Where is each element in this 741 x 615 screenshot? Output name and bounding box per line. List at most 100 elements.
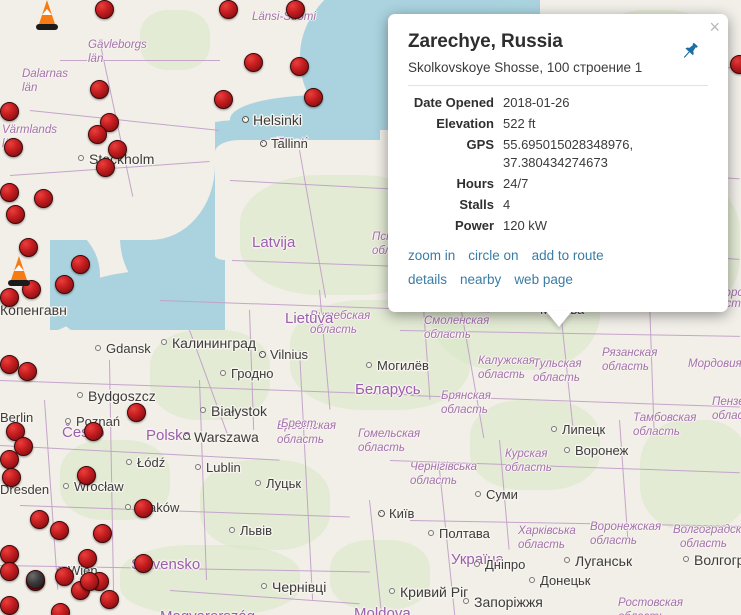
property-row: Date Opened 2018-01-26: [408, 92, 708, 113]
town-dot: [161, 339, 167, 345]
charger-marker[interactable]: [84, 422, 103, 441]
charger-marker[interactable]: [55, 567, 74, 586]
popup-tail: [546, 311, 572, 328]
add-to-route-link[interactable]: add to route: [532, 248, 604, 263]
forest-patch-1: [140, 10, 210, 70]
town-dot: [463, 598, 469, 604]
charger-marker[interactable]: [108, 140, 127, 159]
popup-divider: [408, 85, 708, 87]
popup-body: Zarechye, Russia Skolkovskoye Shosse, 10…: [388, 14, 728, 312]
close-icon[interactable]: ×: [709, 18, 720, 36]
charger-marker[interactable]: [304, 88, 323, 107]
charger-marker[interactable]: [134, 554, 153, 573]
nearby-link[interactable]: nearby: [460, 272, 501, 287]
property-key: Hours: [456, 175, 494, 191]
property-key: Elevation: [436, 116, 494, 132]
border-line: [60, 60, 220, 61]
property-row: Power 120 kW: [408, 215, 708, 236]
map-label: Länsi-Suomi: [252, 11, 316, 23]
town-dot: [200, 407, 206, 413]
charger-marker[interactable]: [77, 466, 96, 485]
property-value: 522 ft: [503, 116, 536, 132]
charger-marker[interactable]: [18, 362, 37, 381]
charger-marker[interactable]: [0, 183, 19, 202]
popup-subtitle: Skolkovskoye Shosse, 100 строение 1: [408, 59, 643, 75]
charger-marker[interactable]: [0, 562, 19, 581]
charger-marker[interactable]: [34, 189, 53, 208]
charger-marker[interactable]: [19, 238, 38, 257]
charger-marker[interactable]: [0, 355, 19, 374]
charger-marker[interactable]: [90, 80, 109, 99]
town-dot: [77, 392, 83, 398]
property-value: 120 kW: [503, 218, 548, 234]
details-link[interactable]: details: [408, 272, 447, 287]
property-key: GPS: [466, 137, 494, 153]
town-dot: [529, 577, 535, 583]
property-key: Stalls: [459, 196, 494, 212]
charger-marker[interactable]: [50, 521, 69, 540]
forest-patch-7: [470, 400, 600, 490]
zoom-in-link[interactable]: zoom in: [408, 248, 455, 263]
charger-marker[interactable]: [100, 590, 119, 609]
popup-actions: zoom in circle on add to route details near…: [408, 248, 708, 287]
popup-actions-row-1: zoom in circle on add to route: [408, 248, 708, 263]
charger-marker[interactable]: [88, 125, 107, 144]
charger-marker[interactable]: [0, 596, 19, 615]
town-dot: [366, 362, 372, 368]
charger-marker[interactable]: [4, 138, 23, 157]
construction-cone-icon[interactable]: [36, 0, 58, 30]
property-key: Date Opened: [413, 95, 494, 111]
charger-marker[interactable]: [30, 510, 49, 529]
charger-marker[interactable]: [0, 288, 19, 307]
town-dot: [564, 447, 570, 453]
town-dot: [125, 504, 131, 510]
property-row: Hours 24/7: [408, 173, 708, 194]
property-value: 24/7: [503, 175, 529, 191]
town-dot: [564, 557, 570, 563]
cone-stripe: [14, 265, 24, 271]
web-page-link[interactable]: web page: [514, 272, 573, 287]
charger-marker[interactable]: [0, 450, 19, 469]
location-info-popup[interactable]: × Zarechye, Russia Skolkovskoye Shosse, …: [388, 14, 728, 328]
charger-marker[interactable]: [96, 158, 115, 177]
town-dot: [63, 483, 69, 489]
charger-marker[interactable]: [2, 468, 21, 487]
charger-marker[interactable]: [244, 53, 263, 72]
charger-marker[interactable]: [286, 0, 305, 19]
charger-marker[interactable]: [55, 275, 74, 294]
charger-marker[interactable]: [71, 255, 90, 274]
cone-stripe: [42, 9, 52, 15]
forest-patch-10: [200, 460, 330, 550]
charger-marker[interactable]: [78, 549, 97, 568]
town-dot: [551, 426, 557, 432]
charger-marker[interactable]: [93, 524, 112, 543]
charger-marker[interactable]: [51, 603, 70, 615]
property-value: 55.695015028348976, 37.380434274673: [503, 137, 634, 170]
construction-cone-icon[interactable]: [8, 256, 30, 286]
charger-marker[interactable]: [80, 572, 99, 591]
charger-marker-inactive[interactable]: [26, 570, 45, 589]
capital-dot: [378, 510, 385, 517]
property-row: GPS 55.695015028348976, 37.380434274673: [408, 134, 708, 172]
charger-marker[interactable]: [6, 205, 25, 224]
cone-base: [36, 24, 58, 30]
charger-marker[interactable]: [0, 102, 19, 121]
charger-marker[interactable]: [290, 57, 309, 76]
property-key: Power: [454, 218, 494, 234]
town-dot: [683, 556, 689, 562]
charger-marker[interactable]: [219, 0, 238, 19]
charger-marker[interactable]: [127, 403, 146, 422]
charger-marker[interactable]: [214, 90, 233, 109]
capital-dot: [183, 433, 190, 440]
capital-dot: [259, 351, 266, 358]
town-dot: [475, 491, 481, 497]
cone-base: [8, 280, 30, 286]
town-dot: [65, 418, 71, 424]
charger-marker[interactable]: [134, 499, 153, 518]
capital-dot: [242, 116, 249, 123]
town-dot: [126, 459, 132, 465]
popup-title: Zarechye, Russia: [408, 31, 563, 52]
charger-marker[interactable]: [95, 0, 114, 19]
circle-on-link[interactable]: circle on: [468, 248, 518, 263]
pin-icon[interactable]: [679, 40, 701, 62]
